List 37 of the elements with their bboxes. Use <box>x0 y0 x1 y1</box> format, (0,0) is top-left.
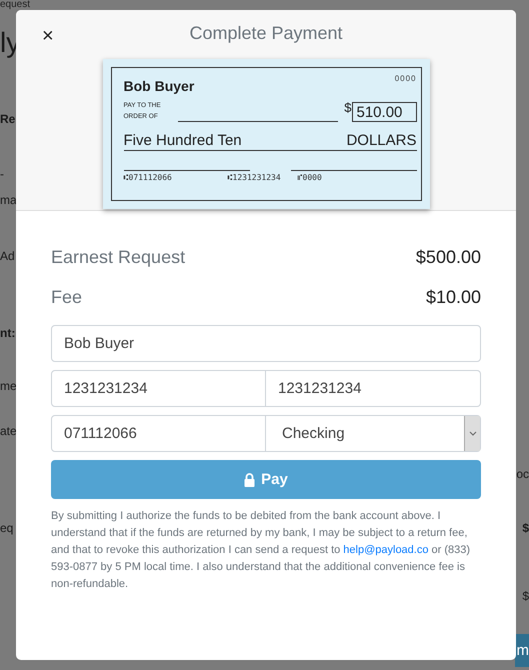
page-text: ma <box>0 192 16 206</box>
page-text: Re <box>0 112 16 126</box>
page-text: $ <box>522 520 529 534</box>
page-text: - <box>0 166 5 180</box>
confirm-account-field[interactable]: 1231231234 <box>266 370 481 407</box>
currency-sign: $ <box>344 100 352 115</box>
page-text: $ <box>522 589 529 603</box>
account-type-select[interactable]: Checking <box>266 415 481 452</box>
routing-number-field[interactable]: 071112066 <box>51 415 266 452</box>
email-link[interactable]: help@payload.co <box>343 544 428 556</box>
amount-in-words: Five Hundred Ten <box>124 132 242 149</box>
micr-code: ⑆071112066 <box>124 173 173 182</box>
page-text: me <box>0 378 16 392</box>
close-button[interactable]: × <box>42 24 54 48</box>
check-payer-name: Bob Buyer <box>124 78 194 94</box>
summary-amount: $10.00 <box>426 286 481 308</box>
summary-amount: $500.00 <box>416 246 481 268</box>
dollars-label: DOLLARS <box>346 132 416 149</box>
chevron-down-icon <box>468 431 476 436</box>
check-number: 0000 <box>394 74 416 83</box>
summary-label: Fee <box>51 286 82 308</box>
page-title: equest <box>0 0 30 10</box>
check-amount: 510.00 <box>352 102 416 122</box>
page-button[interactable]: m <box>514 634 529 667</box>
name-field[interactable]: Bob Buyer <box>51 325 481 362</box>
account-number-field[interactable]: 1231231234 <box>51 370 266 407</box>
lock-icon <box>244 472 256 486</box>
dialog-title: Complete Payment <box>189 23 343 44</box>
micr-code: ⑆1231231234 <box>228 173 282 182</box>
authorization-text: By submitting I authorize the funds to be debited from the bank account above. I understand that if the funds are returned by my bank, I may be subject to a return fee, and that to revoke this authorization I can send a request to help@payload.co or (833) 593-0877 by 5 PM local time. I also understand that the additional convenience fee is non-refundable. <box>51 509 472 592</box>
micr-code: ⑈0000 <box>298 173 322 182</box>
page-text: Ad <box>0 248 16 262</box>
page-text: oc <box>516 467 529 481</box>
page-text: nt: <box>0 326 16 340</box>
page-text: ate <box>0 424 16 438</box>
page-text: eq <box>0 520 14 534</box>
summary-label: Earnest Request <box>51 246 186 268</box>
